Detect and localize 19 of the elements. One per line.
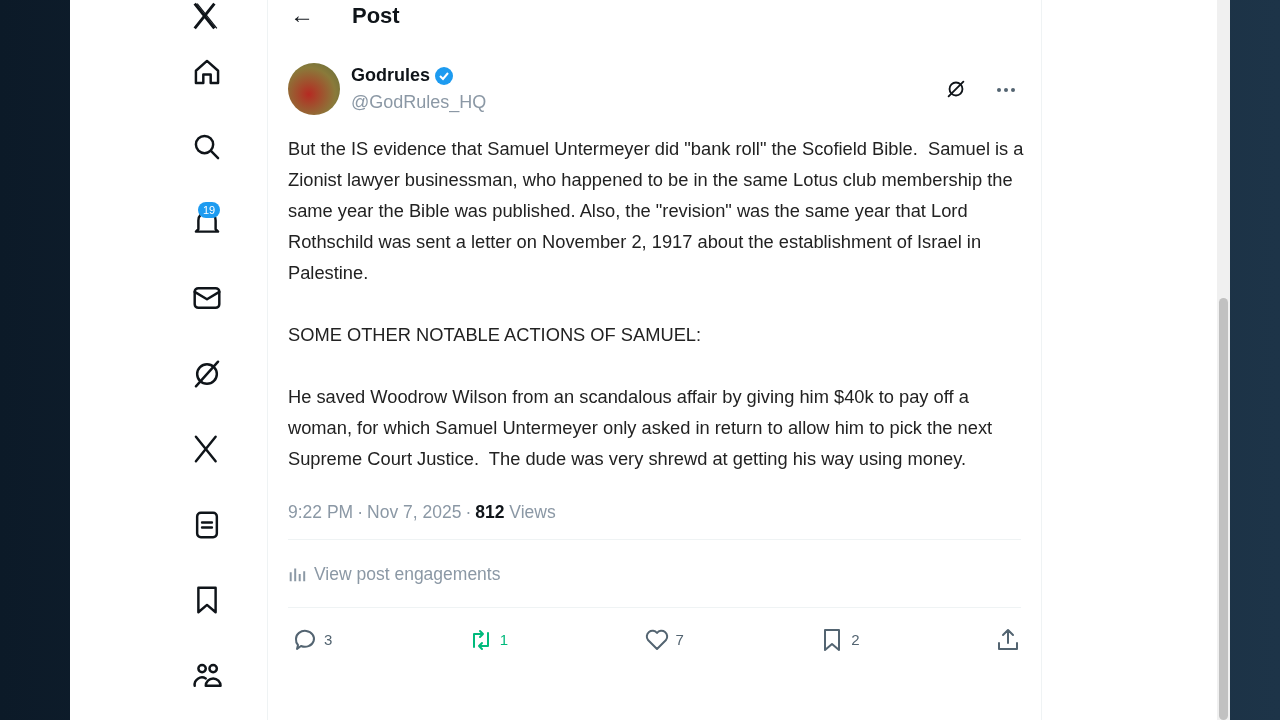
views-label: Views: [508, 502, 556, 522]
reply-button[interactable]: 3: [292, 627, 468, 654]
separator-dot: ·: [465, 502, 472, 522]
post-time: 9:22 PM: [288, 502, 354, 522]
post-paragraph: But the IS evidence that Samuel Untermeyer did "bank roll" the Scofield Bible. Samuel is a Zionist lawyer businessman, who happened to be in the same Lotus club membership the same year the Bible was published. Also, the "revision" was the same year that Lord Rothschild was sent a letter on November 2, 1917 about the establishment of Israel in Palestine.: [288, 137, 1025, 285]
view-count: 812: [475, 502, 505, 522]
back-button[interactable]: ←: [290, 3, 314, 27]
avatar[interactable]: [288, 63, 340, 115]
page-title: Post: [352, 1, 400, 30]
scrollbar-thumb[interactable]: [1219, 298, 1228, 720]
notification-count: 19: [198, 202, 221, 218]
post-paragraph: He saved Woodrow Wilson from an scandalous affair by giving him $40k to pay off a woman, for which Samuel Untermeyer only asked in return to allow him to pick the next Supreme Court Justice. The dude was very shrewd at getting his way using money.: [288, 385, 994, 471]
like-button[interactable]: 7: [643, 627, 820, 654]
bookmark-button[interactable]: 2: [819, 627, 995, 654]
separator-dot: ·: [357, 502, 363, 522]
post-paragraph: SOME OTHER NOTABLE ACTIONS OF SAMUEL:: [288, 323, 703, 347]
author-name[interactable]: Godrules: [351, 62, 430, 89]
scrollbar[interactable]: [1217, 0, 1230, 720]
post-date: Nov 7, 2025: [367, 502, 462, 522]
